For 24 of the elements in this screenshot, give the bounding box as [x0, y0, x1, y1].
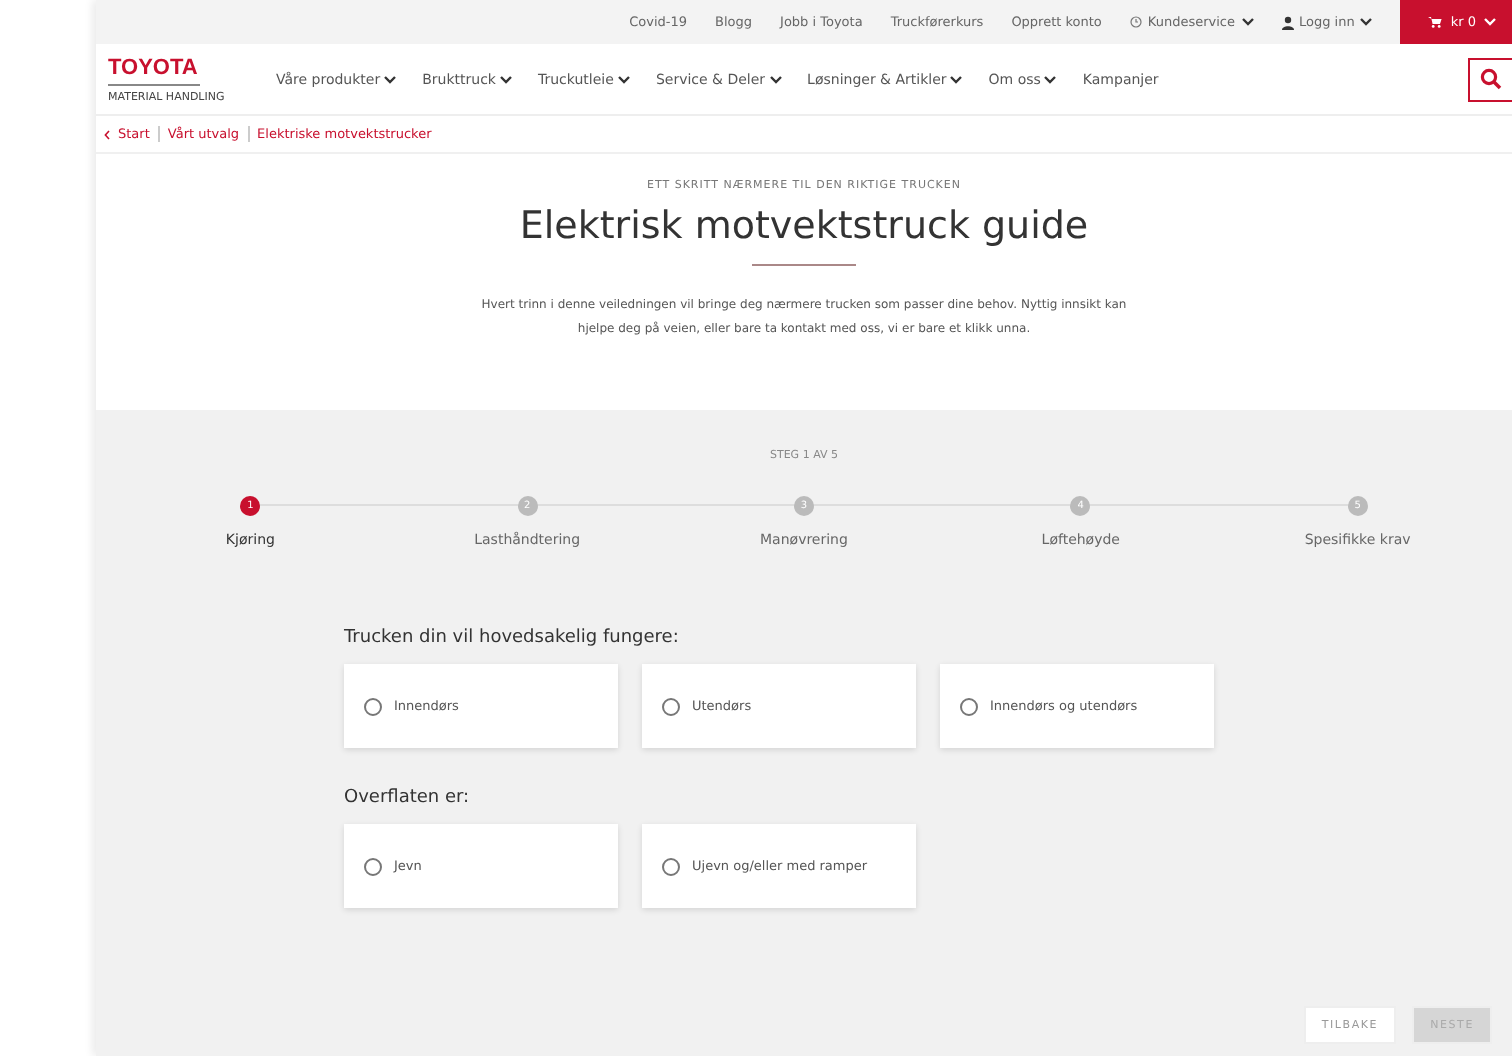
page-title: Elektrisk motvektstruck guide: [519, 204, 1089, 248]
chevron-down-icon: [617, 75, 630, 83]
chevron-down-icon: [1484, 18, 1496, 26]
radio-button[interactable]: [960, 697, 978, 715]
chevron-down-icon: [500, 75, 512, 83]
clock-icon: [1129, 16, 1142, 28]
question-text: Trucken din vil hovedsakelig fungere:: [344, 628, 681, 648]
search-button[interactable]: [1468, 57, 1512, 101]
radio-button[interactable]: [364, 857, 382, 875]
chevron-left-icon: [104, 129, 110, 139]
chevron-down-icon: [384, 75, 397, 83]
radio-button[interactable]: [662, 857, 680, 875]
user-icon: [1281, 15, 1293, 29]
chevron-down-icon: [1360, 18, 1373, 26]
chevron-down-icon: [769, 75, 782, 83]
question-text: Overflaten er:: [344, 788, 472, 808]
logo-brand[interactable]: TOYOTA: [108, 55, 200, 85]
radio-button[interactable]: [364, 697, 382, 715]
search-icon: [1480, 68, 1502, 90]
chevron-down-icon: [1241, 18, 1253, 26]
chevron-down-icon: [950, 75, 963, 83]
cart-icon: [1428, 16, 1443, 28]
chevron-down-icon: [1044, 75, 1057, 83]
radio-button[interactable]: [662, 697, 680, 715]
